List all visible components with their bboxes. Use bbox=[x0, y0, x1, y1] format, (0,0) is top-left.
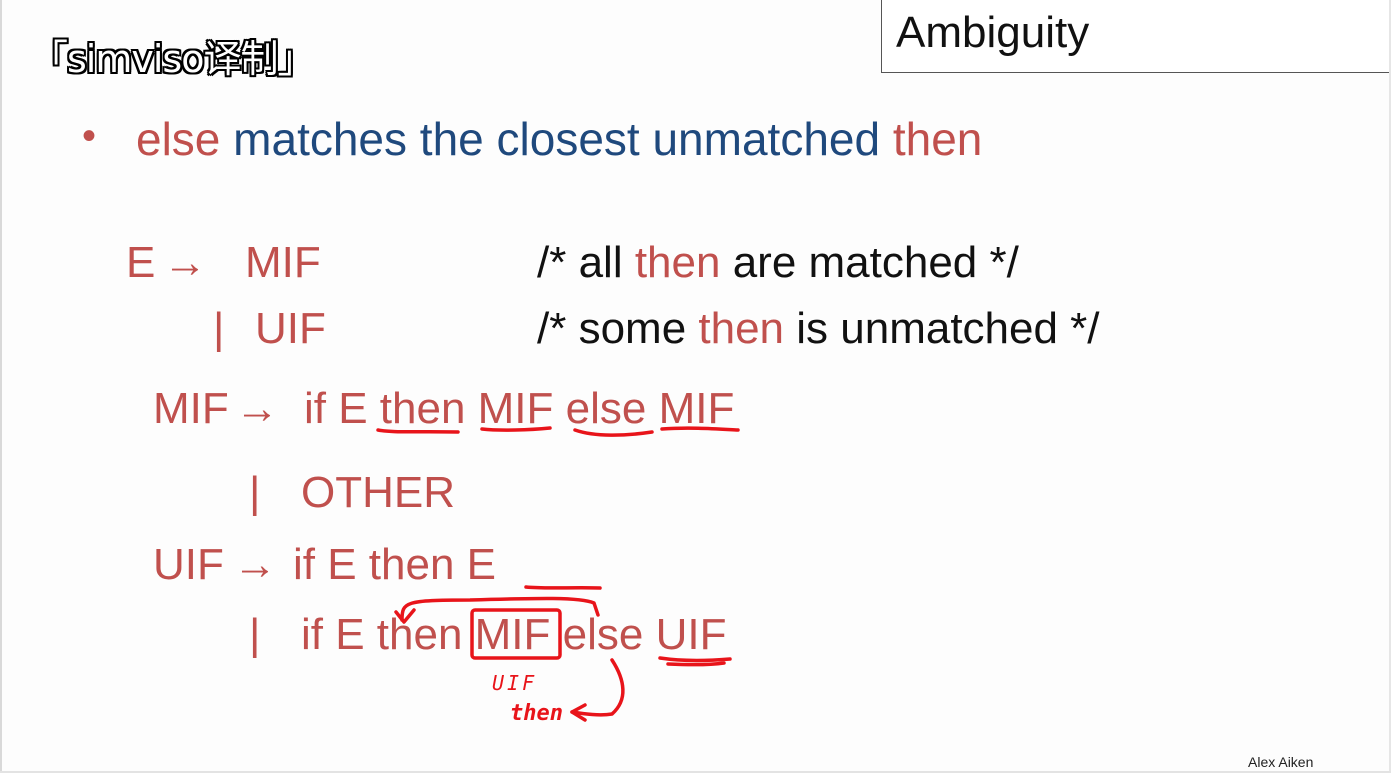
grammar-e-lhs: E bbox=[126, 238, 156, 287]
uif-rule-arrow: → bbox=[233, 540, 277, 589]
comment-some-unmatched: /* some then is unmatched */ bbox=[537, 304, 1100, 354]
mif-alt-other: OTHER bbox=[301, 468, 455, 517]
note-uif: UIF bbox=[492, 671, 537, 695]
grammar-e-bar: | bbox=[213, 304, 225, 353]
mif-rule-arrow: → bbox=[235, 384, 279, 433]
bullet-middle-text: matches the closest unmatched bbox=[220, 113, 893, 165]
bullet-word-else: else bbox=[136, 113, 221, 165]
underline-blank-after-e bbox=[524, 585, 602, 590]
mif-alt-bar: | bbox=[249, 468, 261, 517]
mif-rule-rhs: if E then MIF else MIF bbox=[304, 384, 735, 433]
uif-alt-rhs: if E then MIF else UIF bbox=[301, 610, 727, 659]
slide-title-box: Ambiguity bbox=[881, 0, 1389, 73]
author-credit: Alex Aiken bbox=[1248, 754, 1314, 770]
uif-rule-lhs: UIF bbox=[153, 540, 224, 589]
comment1-then: then bbox=[634, 238, 721, 287]
comment2-c: is unmatched */ bbox=[784, 304, 1100, 353]
bullet-text: else matches the closest unmatched then bbox=[136, 112, 982, 166]
arrow-to-then bbox=[570, 658, 625, 717]
grammar-e-mif: MIF bbox=[245, 238, 321, 287]
underline-uif-2 bbox=[666, 661, 726, 667]
uif-alt-bar: | bbox=[249, 610, 261, 659]
uif-rule-rhs: if E then E bbox=[293, 540, 497, 589]
arrow-head-left bbox=[570, 703, 587, 722]
comment1-c: are matched */ bbox=[720, 238, 1019, 287]
bullet-word-then: then bbox=[892, 113, 983, 165]
subtitle-watermark: 「simviso译制」 bbox=[30, 37, 315, 81]
grammar-e-uif: UIF bbox=[255, 304, 326, 353]
left-border bbox=[0, 0, 2, 773]
grammar-e-arrow: → bbox=[163, 238, 207, 287]
comment2-then: then bbox=[698, 304, 785, 353]
comment1-a: /* all bbox=[537, 238, 635, 287]
comment2-a: /* some bbox=[537, 304, 699, 353]
mif-rule-lhs: MIF bbox=[153, 384, 229, 433]
comment-all-matched: /* all then are matched */ bbox=[537, 238, 1019, 288]
bullet-dot: • bbox=[82, 114, 97, 158]
note-then: then bbox=[510, 701, 563, 726]
slide-title: Ambiguity bbox=[896, 8, 1090, 57]
